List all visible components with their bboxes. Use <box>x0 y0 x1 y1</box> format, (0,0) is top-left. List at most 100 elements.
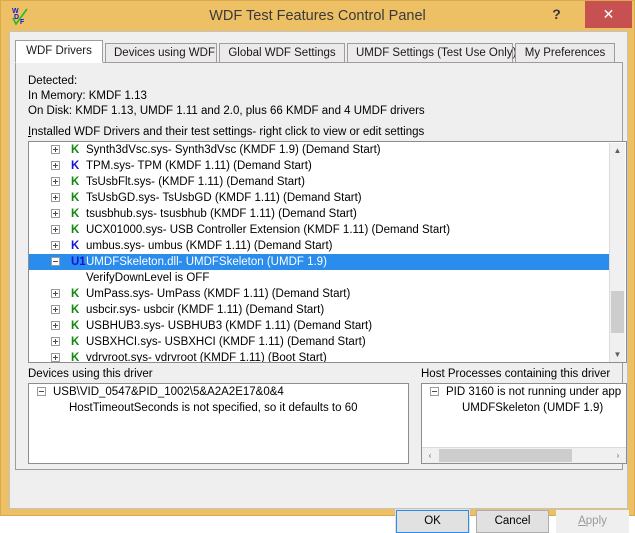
driver-tree-row[interactable]: Kusbcir.sys- usbcir (KMDF 1.11) (Demand … <box>29 302 610 318</box>
ok-button[interactable]: OK <box>395 509 470 533</box>
tab-devices-using-wdf[interactable]: Devices using WDF <box>105 43 217 62</box>
device-list-item-label: HostTimeoutSeconds is not specified, so … <box>69 402 358 414</box>
driver-tree-row[interactable]: Kvdrvroot.sys- vdrvroot (KMDF 1.11) (Boo… <box>29 350 610 362</box>
driver-tree-row[interactable]: Kumbus.sys- umbus (KMDF 1.11) (Demand St… <box>29 238 610 254</box>
detected-line-3: On Disk: KMDF 1.13, UMDF 1.11 and 2.0, p… <box>28 105 425 117</box>
expand-icon[interactable] <box>51 321 60 330</box>
host-process-list-item-label: UMDFSkeleton (UMDF 1.9) <box>462 402 604 414</box>
expand-icon[interactable] <box>51 209 60 218</box>
device-list-item[interactable]: HostTimeoutSeconds is not specified, so … <box>29 400 408 416</box>
expand-icon[interactable] <box>51 225 60 234</box>
close-button[interactable]: ✕ <box>585 1 632 28</box>
scroll-right-icon[interactable]: › <box>610 448 626 463</box>
tab-wdf-drivers[interactable]: WDF Drivers <box>15 40 103 63</box>
driver-type-marker: K <box>71 176 80 188</box>
driver-type-marker: K <box>71 208 80 220</box>
host-processes-list[interactable]: PID 3160 is not running under app UMDFSke… <box>421 383 627 464</box>
driver-tree-row[interactable]: Ktsusbhub.sys- tsusbhub (KMDF 1.11) (Dem… <box>29 206 610 222</box>
help-button[interactable]: ? <box>540 1 573 28</box>
driver-tree-row-label: TPM.sys- TPM (KMDF 1.11) (Demand Start) <box>86 160 312 172</box>
devices-using-driver-list[interactable]: USB\VID_0547&PID_1002\5&A2A2E17&0&4 HostT… <box>28 383 409 464</box>
driver-tree-row[interactable]: K Synth3dVsc.sys- Synth3dVsc (KMDF 1.9) (… <box>29 142 610 158</box>
driver-tree-row-label: UmPass.sys- UmPass (KMDF 1.11) (Demand S… <box>86 288 351 300</box>
expand-icon[interactable] <box>51 241 60 250</box>
host-processes-rows: PID 3160 is not running under app UMDFSke… <box>422 384 626 416</box>
driver-tree-row[interactable]: K TPM.sys- TPM (KMDF 1.11) (Demand Start) <box>29 158 610 174</box>
driver-tree-row-label: USBXHCI.sys- USBXHCI (KMDF 1.11) (Demand… <box>86 336 366 348</box>
scroll-up-icon[interactable]: ▲ <box>610 143 625 159</box>
apply-accesskey: A <box>578 515 586 527</box>
driver-type-marker: K <box>71 160 80 172</box>
collapse-icon[interactable] <box>51 257 60 266</box>
expand-icon[interactable] <box>51 145 60 154</box>
cancel-button[interactable]: Cancel <box>476 510 549 533</box>
application-window: W D F WDF Test Features Control Panel ? … <box>0 0 635 533</box>
device-list-item-label: USB\VID_0547&PID_1002\5&A2A2E17&0&4 <box>53 386 284 398</box>
expand-icon[interactable] <box>51 177 60 186</box>
tab-umdf-settings-test-use-only[interactable]: UMDF Settings (Test Use Only) <box>347 43 516 62</box>
driver-type-marker: K <box>71 144 80 156</box>
apply-label-rest: pply <box>585 515 607 527</box>
driver-tree-row-label: tsusbhub.sys- tsusbhub (KMDF 1.11) (Dema… <box>86 208 357 220</box>
scrollbar-thumb[interactable] <box>611 291 624 333</box>
devices-panel-label: Devices using this driver <box>28 368 153 380</box>
driver-tree-row-label: TsUsbFlt.sys- (KMDF 1.11) (Demand Start) <box>86 176 305 188</box>
tab-my-preferences[interactable]: My Preferences <box>515 43 615 62</box>
driver-tree-row-label: TsUsbGD.sys- TsUsbGD (KMDF 1.11) (Demand… <box>86 192 362 204</box>
detected-info: Detected: In Memory: KMDF 1.13 On Disk: … <box>28 74 425 119</box>
driver-tree-row-label: VerifyDownLevel is OFF <box>86 272 210 284</box>
driver-tree-row-label: UMDFSkeleton.dll- UMDFSkeleton (UMDF 1.9… <box>86 256 327 268</box>
host-process-list-item[interactable]: UMDFSkeleton (UMDF 1.9) <box>422 400 626 416</box>
driver-tree-row-label: UCX01000.sys- USB Controller Extension (… <box>86 224 451 236</box>
driver-tree-vertical-scrollbar[interactable]: ▲ ▼ <box>609 143 625 362</box>
driver-tree-row-label: Synth3dVsc.sys- Synth3dVsc (KMDF 1.9) (D… <box>86 144 381 156</box>
hosts-panel-label: Host Processes containing this driver <box>421 368 611 380</box>
driver-tree-row[interactable]: K TsUsbGD.sys- TsUsbGD (KMDF 1.11) (Deman… <box>29 190 610 206</box>
driver-tree-row[interactable]: VerifyDownLevel is OFF <box>29 270 610 286</box>
detected-line-1: Detected: <box>28 75 78 87</box>
driver-tree-row[interactable]: K UmPass.sys- UmPass (KMDF 1.11) (Demand … <box>29 286 610 302</box>
collapse-icon[interactable] <box>37 387 46 396</box>
driver-tree-row-label: usbcir.sys- usbcir (KMDF 1.11) (Demand S… <box>86 304 325 316</box>
apply-button[interactable]: Apply <box>556 510 629 533</box>
driver-type-marker: K <box>71 224 80 236</box>
driver-tree-view[interactable]: K Synth3dVsc.sys- Synth3dVsc (KMDF 1.9) (… <box>28 141 627 363</box>
driver-type-marker: K <box>71 352 80 362</box>
driver-type-marker: U1 <box>71 256 86 268</box>
driver-type-marker: K <box>71 320 80 332</box>
driver-tree-row-label: USBHUB3.sys- USBHUB3 (KMDF 1.11) (Demand… <box>86 320 373 332</box>
driver-tree-row[interactable]: K USBXHCI.sys- USBXHCI (KMDF 1.11) (Deman… <box>29 334 610 350</box>
scrollbar-thumb[interactable] <box>439 449 572 462</box>
driver-type-marker: K <box>71 304 80 316</box>
scroll-left-icon[interactable]: ‹ <box>422 448 438 463</box>
expand-icon[interactable] <box>51 337 60 346</box>
tab-global-wdf-settings[interactable]: Global WDF Settings <box>219 43 345 62</box>
installed-label-rest: nstalled WDF Drivers and their test sett… <box>31 126 425 138</box>
driver-type-marker: K <box>71 240 80 252</box>
expand-icon[interactable] <box>51 305 60 314</box>
driver-tree-row[interactable]: K UCX01000.sys- USB Controller Extension … <box>29 222 610 238</box>
host-process-list-item-label: PID 3160 is not running under app <box>446 386 622 398</box>
host-process-list-item[interactable]: PID 3160 is not running under app <box>422 384 626 400</box>
driver-tree-row-selected[interactable]: U1 UMDFSkeleton.dll- UMDFSkeleton (UMDF 1… <box>29 254 610 270</box>
detected-line-2: In Memory: KMDF 1.13 <box>28 90 147 102</box>
expand-icon[interactable] <box>51 193 60 202</box>
driver-type-marker: K <box>71 192 80 204</box>
driver-tree-row[interactable]: K TsUsbFlt.sys- (KMDF 1.11) (Demand Start… <box>29 174 610 190</box>
driver-tree-row-label: vdrvroot.sys- vdrvroot (KMDF 1.11) (Boot… <box>86 352 327 362</box>
collapse-icon[interactable] <box>430 387 439 396</box>
expand-icon[interactable] <box>51 353 60 362</box>
host-processes-horizontal-scrollbar[interactable]: ‹ › <box>422 447 626 463</box>
expand-icon[interactable] <box>51 289 60 298</box>
expand-icon[interactable] <box>51 161 60 170</box>
scroll-down-icon[interactable]: ▼ <box>610 347 625 362</box>
tab-strip: WDF Drivers Devices using WDF Global WDF S… <box>15 40 623 63</box>
client-area: WDF Drivers Devices using WDF Global WDF S… <box>9 31 629 533</box>
installed-drivers-label: Installed WDF Drivers and their test set… <box>28 126 424 138</box>
driver-tree-row-label: umbus.sys- umbus (KMDF 1.11) (Demand Sta… <box>86 240 333 252</box>
title-bar[interactable]: W D F WDF Test Features Control Panel ? … <box>1 1 634 31</box>
device-list-item[interactable]: USB\VID_0547&PID_1002\5&A2A2E17&0&4 <box>29 384 408 400</box>
driver-tree-rows: K Synth3dVsc.sys- Synth3dVsc (KMDF 1.9) (… <box>29 142 610 362</box>
driver-tree-row[interactable]: K USBHUB3.sys- USBHUB3 (KMDF 1.11) (Deman… <box>29 318 610 334</box>
driver-type-marker: K <box>71 336 80 348</box>
